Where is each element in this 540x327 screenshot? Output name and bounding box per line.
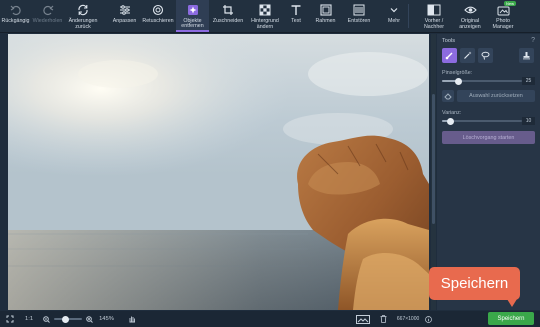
more-button[interactable]: Mehr — [384, 0, 404, 32]
image-thumbnail-button[interactable] — [355, 314, 370, 324]
reset-selection-row: Auswahl zurücksetzen — [442, 90, 535, 102]
text-button[interactable]: Text — [283, 0, 309, 32]
retouch-label: Retuschieren — [142, 18, 174, 24]
zoom-level: 145% — [99, 316, 114, 322]
reset-selection-button[interactable]: Auswahl zurücksetzen — [457, 90, 535, 102]
eraser-icon — [444, 93, 452, 100]
frame-icon — [319, 3, 332, 17]
text-icon — [290, 3, 302, 17]
before-after-label: Vorher / Nachher — [423, 18, 445, 30]
actual-size-button[interactable]: 1:1 — [25, 316, 33, 322]
before-after-button[interactable]: Vorher / Nachher — [415, 0, 453, 32]
panel-title: Tools — [442, 38, 456, 44]
image-icon — [355, 314, 370, 324]
zoom-out-button[interactable] — [43, 315, 50, 323]
info-icon — [425, 315, 433, 323]
background-icon — [259, 3, 271, 17]
tool-row — [442, 48, 493, 63]
eye-icon — [463, 3, 477, 17]
status-bar: 1:1 145% 667×1000 — [0, 311, 540, 327]
stamp-icon — [523, 52, 530, 60]
brush-size-slider[interactable] — [442, 77, 522, 85]
new-badge: New — [504, 1, 517, 6]
refresh-icon — [77, 3, 89, 17]
brush-size-value[interactable]: 25 — [522, 77, 535, 85]
photo-manager-button[interactable]: Photo Manager New — [487, 0, 519, 32]
save-tooltip-tail — [507, 299, 517, 307]
photo-image — [8, 34, 429, 310]
frames-button[interactable]: Rahmen — [309, 0, 342, 32]
zoom-in-button[interactable] — [86, 315, 93, 323]
retouch-icon — [152, 3, 164, 17]
undo-label: Rückgängig — [1, 18, 30, 24]
magic-wand-icon — [464, 51, 472, 59]
change-background-label: Hintergrund ändern — [251, 18, 279, 30]
info-button[interactable] — [425, 315, 433, 323]
pan-hand-button[interactable] — [128, 315, 136, 323]
chevron-down-icon — [389, 3, 399, 17]
eraser-sparkle-icon — [187, 3, 199, 17]
show-original-label: Original anzeigen — [459, 18, 481, 30]
variance-slider-handle[interactable] — [446, 117, 454, 125]
save-button[interactable]: Speichern — [488, 312, 534, 325]
revert-changes-label: Änderungen zurück — [68, 18, 98, 30]
more-label: Mehr — [387, 18, 401, 24]
photo-manager-label: Photo Manager — [492, 18, 514, 30]
reset-selection-icon-button[interactable] — [442, 90, 454, 102]
trash-icon — [380, 315, 387, 323]
image-canvas[interactable] — [8, 34, 429, 310]
toolbar-divider — [408, 4, 409, 28]
lasso-tool-button[interactable] — [478, 48, 493, 63]
fit-screen-button[interactable] — [6, 315, 14, 323]
redo-icon — [42, 3, 54, 17]
sliders-icon — [119, 3, 131, 17]
main-toolbar: Rückgängig Wiederholen Änderungen zurück… — [0, 0, 540, 33]
undo-button[interactable]: Rückgängig — [0, 0, 31, 32]
variance-value[interactable]: 10 — [522, 117, 535, 125]
crop-icon — [222, 3, 234, 17]
compare-icon — [427, 3, 441, 17]
redo-label: Wiederholen — [32, 18, 63, 24]
delete-button[interactable] — [380, 315, 387, 323]
magic-wand-tool-button[interactable] — [460, 48, 475, 63]
zoom-slider[interactable] — [54, 315, 83, 323]
crop-label: Zuschneiden — [212, 18, 244, 24]
variance-slider[interactable] — [442, 117, 522, 125]
denoise-icon — [353, 3, 365, 17]
scrollbar-thumb[interactable] — [432, 94, 435, 224]
start-erasing-button[interactable]: Löschvorgang starten — [442, 131, 535, 144]
zoom-slider-handle[interactable] — [62, 315, 70, 323]
stamp-tool-button[interactable] — [519, 48, 534, 63]
adjust-label: Anpassen — [112, 18, 137, 24]
image-dimensions: 667×1000 — [396, 316, 420, 322]
show-original-button[interactable]: Original anzeigen — [453, 0, 487, 32]
retouch-button[interactable]: Retuschieren — [140, 0, 176, 32]
revert-changes-button[interactable]: Änderungen zurück — [64, 0, 102, 32]
zoom-out-icon — [43, 315, 50, 323]
denoise-button[interactable]: Entstören — [342, 0, 376, 32]
lasso-icon — [481, 51, 490, 60]
change-background-button[interactable]: Hintergrund ändern — [247, 0, 283, 32]
zoom-in-icon — [86, 315, 93, 323]
redo-button[interactable]: Wiederholen — [31, 0, 64, 32]
frames-label: Rahmen — [315, 18, 336, 24]
fit-screen-icon — [6, 315, 14, 323]
brush-size-slider-handle[interactable] — [454, 77, 462, 85]
brush-tool-button[interactable] — [442, 48, 457, 63]
text-label: Text — [291, 18, 301, 24]
help-icon[interactable]: ? — [531, 37, 535, 44]
hand-icon — [129, 316, 135, 323]
denoise-label: Entstören — [347, 18, 371, 24]
remove-objects-label: Objekte entfernen — [181, 17, 204, 30]
save-tooltip-callout: Speichern — [429, 267, 520, 300]
variance-label: Varianz: — [442, 110, 462, 116]
crop-button[interactable]: Zuschneiden — [209, 0, 247, 32]
remove-objects-button[interactable]: Objekte entfernen — [176, 0, 209, 32]
brush-size-label: Pinselgröße: — [442, 70, 473, 76]
undo-icon — [10, 3, 22, 17]
adjust-button[interactable]: Anpassen — [109, 0, 140, 32]
brush-icon — [445, 52, 453, 60]
